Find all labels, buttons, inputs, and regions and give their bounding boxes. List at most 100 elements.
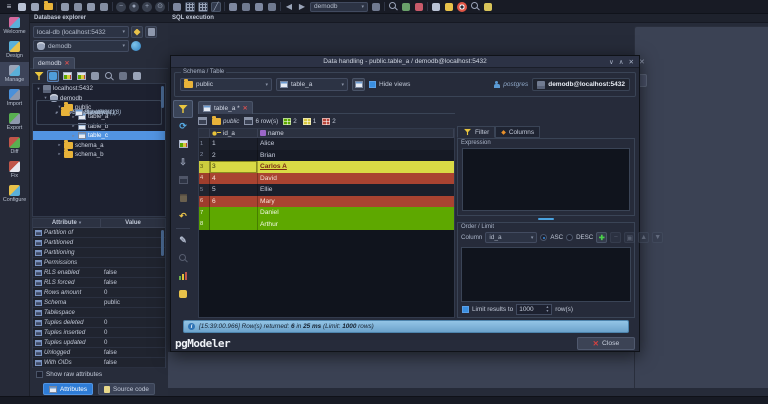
collapse-objects-icon[interactable] xyxy=(49,72,57,80)
close-tab-icon[interactable]: ✕ xyxy=(243,105,248,112)
donate-icon[interactable] xyxy=(444,2,454,12)
search-objects-button[interactable] xyxy=(103,70,115,82)
attribute-row[interactable]: Tuples updated0 xyxy=(33,338,165,348)
connect-database-button[interactable] xyxy=(131,26,143,38)
attribute-row[interactable]: Tuples deleted0 xyxy=(33,318,165,328)
expand-arrow-icon[interactable]: ▸ xyxy=(71,133,76,139)
table-row[interactable]: 11Alice xyxy=(199,138,454,150)
id-cell[interactable] xyxy=(210,219,258,231)
remove-order-button[interactable]: − xyxy=(610,232,621,243)
support-icon[interactable] xyxy=(457,2,467,12)
asc-radio[interactable] xyxy=(540,234,547,241)
copy-rows-icon[interactable] xyxy=(179,176,188,184)
sidebar-item-diff[interactable]: Diff xyxy=(0,134,29,158)
new-model-icon[interactable] xyxy=(17,2,27,12)
tree-item[interactable]: ▾Table (3) xyxy=(36,100,162,125)
order-list[interactable] xyxy=(461,247,631,302)
name-cell[interactable]: Arthur xyxy=(258,219,454,231)
row-number-cell[interactable]: 1 xyxy=(199,138,210,150)
order-column-selector[interactable]: id_a ▾ xyxy=(485,232,537,243)
name-cell[interactable]: Mary xyxy=(258,196,454,208)
tab-filter[interactable]: Filter xyxy=(457,126,495,138)
id-cell[interactable]: 6 xyxy=(210,196,258,208)
id-cell[interactable]: 4 xyxy=(210,173,258,185)
drop-object-icon[interactable] xyxy=(133,72,141,80)
attribute-row[interactable]: Schemapublic xyxy=(33,298,165,308)
browse-database-icon[interactable] xyxy=(131,41,141,51)
shade-button[interactable]: ∨ xyxy=(609,58,614,66)
drop-object-button[interactable] xyxy=(131,70,143,82)
attribute-row[interactable]: RLS forcedfalse xyxy=(33,278,165,288)
move-up-button[interactable]: ▲ xyxy=(638,232,649,243)
copy-rows-button[interactable] xyxy=(173,172,193,188)
result-meta-icon[interactable] xyxy=(179,272,187,280)
update-tree-button[interactable] xyxy=(61,70,73,82)
save-model-icon[interactable] xyxy=(30,2,40,12)
bulk-edit-button[interactable] xyxy=(173,286,193,302)
table-row[interactable]: 22Brian xyxy=(199,150,454,162)
runtime-attrs-button[interactable] xyxy=(117,70,129,82)
tree-item[interactable]: ▸schema_a xyxy=(33,140,165,149)
bug-report-icon[interactable] xyxy=(431,2,441,12)
save-changes-icon[interactable] xyxy=(179,140,188,148)
select-objects-icon[interactable] xyxy=(241,2,251,12)
maximize-button[interactable]: ∧ xyxy=(619,58,624,66)
table-row[interactable]: 8 Arthur xyxy=(199,219,454,231)
table-row[interactable]: 33Carlos A xyxy=(199,161,454,173)
tab-demodb[interactable]: demodb ✕ xyxy=(33,57,75,69)
edit-cell-icon[interactable]: ✎ xyxy=(179,235,187,246)
schema-selector[interactable]: public ▾ xyxy=(180,78,272,91)
sidebar-item-import[interactable]: Import xyxy=(0,86,29,110)
fix-model-icon[interactable] xyxy=(470,2,480,12)
export-sql-icon[interactable] xyxy=(99,2,109,12)
limit-checkbox[interactable] xyxy=(462,306,469,313)
zoom-original-icon[interactable]: ● xyxy=(129,2,139,12)
hide-views-checkbox[interactable] xyxy=(369,81,376,88)
sidebar-item-design[interactable]: Design xyxy=(0,38,29,62)
edit-cell-button[interactable]: ✎ xyxy=(173,232,193,248)
expression-textarea[interactable] xyxy=(462,148,630,211)
main-menu-icon[interactable]: ≡ xyxy=(4,2,14,12)
expand-arrow-icon[interactable]: ▸ xyxy=(57,151,62,157)
tree-item[interactable]: ▸schema_b xyxy=(33,150,165,159)
changelog-icon[interactable] xyxy=(483,2,493,12)
move-down-button[interactable]: ▼ xyxy=(652,232,663,243)
row-number-cell[interactable]: 2 xyxy=(199,150,210,162)
row-number-cell[interactable]: 8 xyxy=(199,219,210,231)
tab-columns[interactable]: ◆ Columns xyxy=(495,126,540,138)
close-tab-icon[interactable]: ✕ xyxy=(65,60,70,67)
desc-radio[interactable] xyxy=(566,234,573,241)
source-code-button[interactable]: Source code xyxy=(98,383,155,395)
export-svg-icon[interactable] xyxy=(86,2,96,12)
attribute-row[interactable]: Tuples inserted0 xyxy=(33,328,165,338)
result-meta-button[interactable] xyxy=(173,268,193,284)
new-sql-file-icon[interactable] xyxy=(371,2,381,12)
show-source-icon[interactable] xyxy=(91,72,99,80)
attribute-row[interactable]: RLS enabledfalse xyxy=(33,268,165,278)
show-source-button[interactable] xyxy=(89,70,101,82)
collapse-objects-button[interactable] xyxy=(47,70,59,82)
refresh-data-button[interactable]: ⟳ xyxy=(173,118,193,134)
attribute-row[interactable]: Permissions xyxy=(33,258,165,268)
expand-arrow-icon[interactable]: ▸ xyxy=(57,142,62,148)
view-data-button[interactable] xyxy=(75,70,87,82)
manage-connections-button[interactable] xyxy=(145,26,157,38)
plugins-icon[interactable] xyxy=(414,2,424,12)
search-objects-icon[interactable] xyxy=(105,72,114,81)
name-cell[interactable]: Ellie xyxy=(258,184,454,196)
row-number-cell[interactable]: 4 xyxy=(199,173,210,185)
view-data-icon[interactable] xyxy=(77,72,86,80)
attribute-row[interactable]: Unloggedfalse xyxy=(33,348,165,358)
attribute-row[interactable]: Tablespace xyxy=(33,308,165,318)
tree-item[interactable]: ▸table_c xyxy=(33,131,165,140)
magnet-icon[interactable] xyxy=(254,2,264,12)
sidebar-item-export[interactable]: Export xyxy=(0,110,29,134)
table-row[interactable]: 7Daniel xyxy=(199,207,454,219)
show-grid-icon[interactable] xyxy=(185,2,195,12)
add-order-button[interactable]: ✚ xyxy=(596,232,607,243)
sidebar-item-welcome[interactable]: Welcome xyxy=(0,14,29,38)
filter-toggle-button[interactable] xyxy=(173,100,193,118)
name-cell[interactable]: Daniel xyxy=(258,207,454,219)
attribute-row[interactable]: Partitioned xyxy=(33,238,165,248)
filter-objects-icon[interactable] xyxy=(35,72,44,80)
